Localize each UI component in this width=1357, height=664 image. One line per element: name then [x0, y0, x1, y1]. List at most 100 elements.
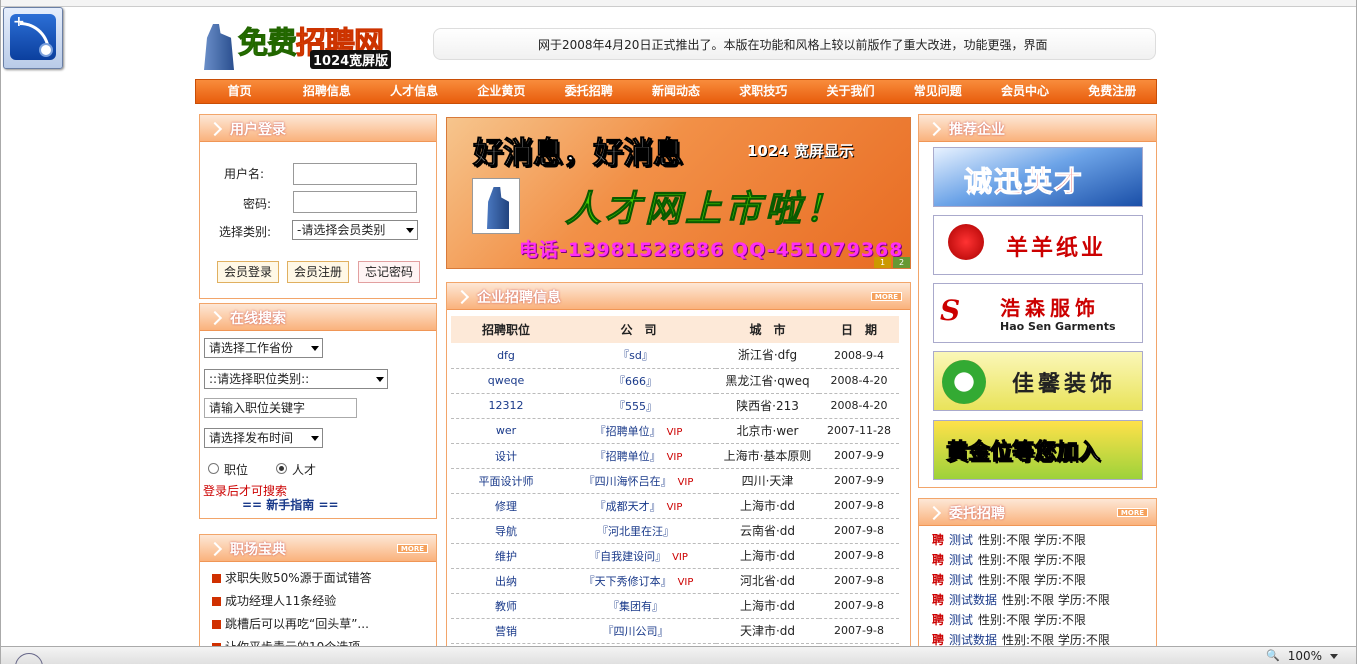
- nav-company-pages[interactable]: 企业黄页: [458, 80, 545, 103]
- job-position[interactable]: dfg: [451, 343, 561, 369]
- member-type-select[interactable]: -请选择会员类别: [292, 220, 418, 240]
- more-button[interactable]: MORE: [396, 544, 428, 553]
- job-position[interactable]: 平面设计师: [451, 468, 561, 494]
- keyword-input[interactable]: 请输入职位关键字: [204, 398, 357, 418]
- table-row[interactable]: 出纳 『天下秀修订本』 VIP 河北省·dd 2007-9-8: [451, 568, 899, 594]
- radio-job[interactable]: [208, 463, 219, 474]
- nav-faq[interactable]: 常见问题: [894, 80, 981, 103]
- job-company[interactable]: 『666』: [561, 368, 716, 394]
- list-item[interactable]: 聘测试 性别:不限 学历:不限: [932, 531, 1086, 548]
- nav-member[interactable]: 会员中心: [981, 80, 1068, 103]
- nav-about[interactable]: 关于我们: [807, 80, 894, 103]
- register-button[interactable]: 会员注册: [287, 261, 349, 283]
- ad-chengxun[interactable]: 诚迅英才: [933, 147, 1143, 207]
- entrust-desc: 性别:不限 学历:不限: [978, 613, 1086, 627]
- forgot-password-button[interactable]: 忘记密码: [358, 261, 420, 283]
- nav-entrust[interactable]: 委托招聘: [545, 80, 632, 103]
- job-position[interactable]: 出纳: [451, 568, 561, 594]
- table-row[interactable]: 营销 『四川公司』 天津市·dd 2007-9-8: [451, 618, 899, 644]
- job-company[interactable]: 『集团有』: [561, 593, 716, 619]
- job-date: 2007-9-9: [819, 468, 899, 494]
- site-logo[interactable]: 免费招聘网 1024宽屏版: [204, 16, 419, 72]
- list-item[interactable]: 聘测试 性别:不限 学历:不限: [932, 611, 1086, 628]
- radio-talent[interactable]: [276, 463, 287, 474]
- ad-jiaxin[interactable]: 佳馨装饰: [933, 351, 1143, 411]
- job-position[interactable]: 修理: [451, 493, 561, 519]
- job-position[interactable]: wer: [451, 418, 561, 444]
- job-company[interactable]: 『四川海怀吕在』 VIP: [561, 468, 716, 494]
- nav-jobs[interactable]: 招聘信息: [283, 80, 370, 103]
- promo-banner[interactable]: 好消息，好消息 1024 宽屏显示 人才网上市啦！ 电话-13981528686…: [446, 117, 911, 269]
- job-city: 河北省·dd: [716, 568, 819, 594]
- banner-contact: 电话-13981528686 QQ-451079368: [519, 239, 904, 261]
- guide-link[interactable]: == 新手指南 ==: [242, 496, 339, 513]
- publish-time-select[interactable]: 请选择发布时间: [204, 428, 323, 448]
- job-position[interactable]: 营销: [451, 618, 561, 644]
- job-position[interactable]: qweqe: [451, 368, 561, 394]
- ad-haosen[interactable]: S 浩森服饰 Hao Sen Garments: [933, 283, 1143, 343]
- hire-mark: 聘: [932, 533, 945, 547]
- nav-news[interactable]: 新闻动态: [632, 80, 719, 103]
- username-label: 用户名:: [224, 167, 265, 181]
- table-row[interactable]: 设计 『招聘单位』 VIP 上海市·基本原则 2007-9-9: [451, 443, 899, 469]
- vip-badge: VIP: [666, 451, 683, 463]
- recommend-panel: 推荐企业 诚迅英才 羊羊纸业 S 浩森服饰 Hao Sen Garments 佳…: [918, 114, 1157, 488]
- more-button[interactable]: MORE: [1116, 508, 1148, 517]
- job-position[interactable]: 导航: [451, 518, 561, 544]
- search-panel: 在线搜索 请选择工作省份 ::请选择职位类别:: 请输入职位关键字 请选择发布时…: [199, 303, 437, 519]
- job-company[interactable]: 『招聘单位』 VIP: [561, 418, 716, 444]
- list-item[interactable]: 聘测试 性别:不限 学历:不限: [932, 551, 1086, 568]
- job-position[interactable]: 维护: [451, 543, 561, 569]
- job-company[interactable]: 『成都天才』 VIP: [561, 493, 716, 519]
- table-row[interactable]: qweqe 『666』 黑龙江省·qweq 2008-4-20: [451, 368, 899, 394]
- job-company[interactable]: 『天下秀修订本』 VIP: [561, 568, 716, 594]
- more-button[interactable]: MORE: [870, 292, 902, 301]
- table-row[interactable]: dfg 『sd』 浙江省·dfg 2008-9-4: [451, 343, 899, 369]
- entrust-desc: 性别:不限 学历:不限: [1002, 633, 1110, 647]
- login-button[interactable]: 会员登录: [217, 261, 279, 283]
- table-row[interactable]: 维护 『自我建设问』 VIP 上海市·dd 2007-9-8: [451, 543, 899, 569]
- job-position[interactable]: 教师: [451, 593, 561, 619]
- table-row[interactable]: 修理 『成都天才』 VIP 上海市·dd 2007-9-8: [451, 493, 899, 519]
- job-company[interactable]: 『河北里在汪』: [561, 518, 716, 544]
- category-select[interactable]: ::请选择职位类别::: [204, 369, 388, 389]
- chevron-down-icon: [406, 228, 414, 233]
- password-input[interactable]: [293, 191, 417, 213]
- job-company[interactable]: 『sd』: [561, 343, 716, 369]
- yangyang-logo-icon: [948, 224, 984, 260]
- jiaxin-logo-icon: [942, 360, 986, 404]
- list-item[interactable]: 聘测试 性别:不限 学历:不限: [932, 571, 1086, 588]
- nav-talents[interactable]: 人才信息: [371, 80, 458, 103]
- job-position[interactable]: 设计: [451, 443, 561, 469]
- list-item[interactable]: 求职失败50%源于面试错答: [212, 569, 372, 586]
- nav-register[interactable]: 免费注册: [1069, 80, 1156, 103]
- desktop-shortcut-icon[interactable]: +: [3, 7, 63, 69]
- job-company[interactable]: 『四川公司』: [561, 618, 716, 644]
- nav-home[interactable]: 首页: [196, 80, 283, 103]
- ad-yangyang[interactable]: 羊羊纸业: [933, 215, 1143, 275]
- zoom-level[interactable]: 100%: [1288, 649, 1322, 663]
- table-row[interactable]: 导航 『河北里在汪』 云南省·dd 2007-9-8: [451, 518, 899, 544]
- job-date: 2007-9-8: [819, 543, 899, 569]
- announcement-marquee: 网于2008年4月20日正式推出了。本版在功能和风格上较以前版作了重大改进，功能…: [433, 28, 1156, 60]
- job-company[interactable]: 『自我建设问』 VIP: [561, 543, 716, 569]
- username-input[interactable]: [293, 163, 417, 185]
- list-item[interactable]: 成功经理人11条经验: [212, 592, 336, 609]
- job-company[interactable]: 『招聘单位』 VIP: [561, 443, 716, 469]
- list-item[interactable]: 跳槽后可以再吃“回头草”...: [212, 615, 369, 632]
- banner-page-2[interactable]: 2: [893, 257, 910, 268]
- ad-golden-slot[interactable]: 黄金位等您加入: [933, 420, 1143, 480]
- chevron-down-icon[interactable]: [1330, 654, 1338, 659]
- nav-tips[interactable]: 求职技巧: [720, 80, 807, 103]
- career-panel: 职场宝典 MORE 求职失败50%源于面试错答 成功经理人11条经验 跳槽后可以再…: [199, 534, 437, 654]
- table-row[interactable]: 12312 『555』 陕西省·213 2008-4-20: [451, 393, 899, 419]
- table-row[interactable]: wer 『招聘单位』 VIP 北京市·wer 2007-11-28: [451, 418, 899, 444]
- entrust-title: 委托招聘: [949, 506, 1005, 522]
- banner-page-1[interactable]: 1: [874, 257, 891, 268]
- table-row[interactable]: 平面设计师 『四川海怀吕在』 VIP 四川·天津 2007-9-9: [451, 468, 899, 494]
- list-item[interactable]: 聘测试数据性别:不限 学历:不限: [932, 591, 1110, 608]
- table-row[interactable]: 教师 『集团有』 上海市·dd 2007-9-8: [451, 593, 899, 619]
- province-select[interactable]: 请选择工作省份: [204, 338, 323, 358]
- job-company[interactable]: 『555』: [561, 393, 716, 419]
- job-position[interactable]: 12312: [451, 393, 561, 419]
